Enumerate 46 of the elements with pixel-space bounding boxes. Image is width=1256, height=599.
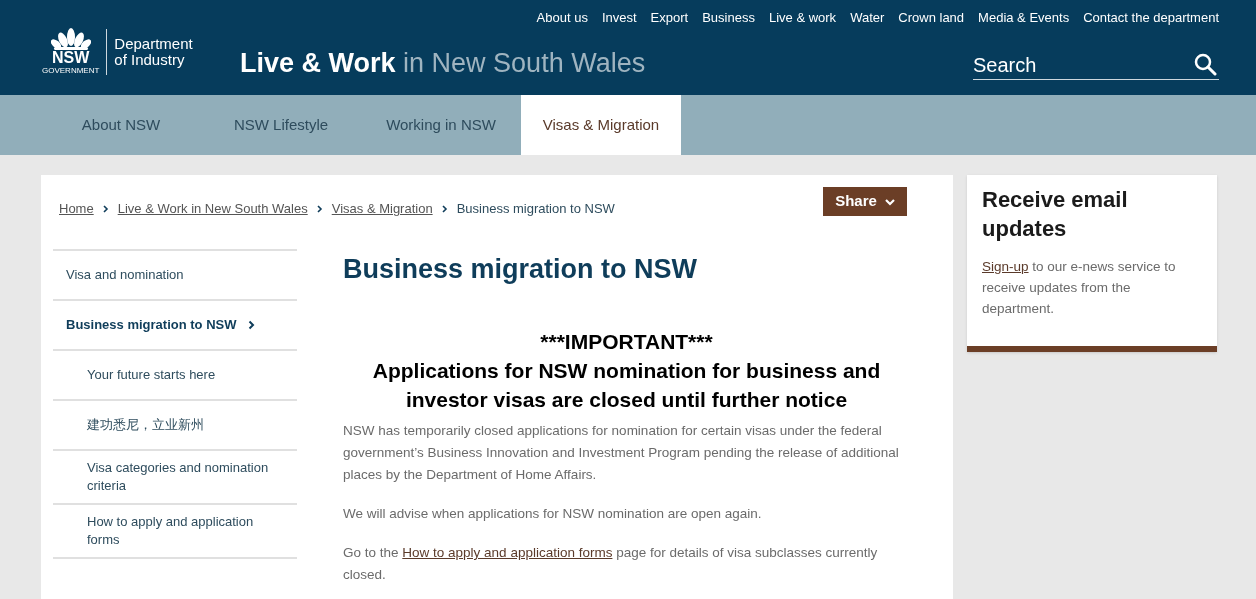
chevron-icon <box>102 204 109 213</box>
card-title: Receive email updates <box>982 186 1129 243</box>
side-nav-item[interactable]: Visa and nomination <box>53 251 297 301</box>
nav-link[interactable]: Business <box>702 8 755 28</box>
chevron-icon <box>441 204 448 213</box>
paragraph: We will advise when applications for NSW nomination are open again. <box>343 505 763 523</box>
chevron-icon <box>316 204 323 213</box>
nav-link[interactable]: Media & Events <box>978 8 1070 28</box>
nav-tab[interactable]: About NSW <box>41 95 201 155</box>
breadcrumb-link[interactable]: Home <box>59 199 94 219</box>
paragraph: NSW has temporarily closed applications for nomination for certain visas under the federal government’s Business Innovation and Investment Program pending the release of additional places by the Department of Home Affairs. <box>343 422 900 484</box>
nav-link[interactable]: Water <box>850 8 885 28</box>
side-nav-item[interactable]: 建功悉尼，立业新州 <box>53 401 297 451</box>
nav-tab[interactable]: Working in NSW <box>361 95 521 155</box>
search-icon[interactable] <box>1193 52 1217 76</box>
nav-link[interactable]: Live & work <box>768 8 837 28</box>
share-button[interactable]: Share <box>823 187 907 216</box>
breadcrumb-link[interactable]: Live & Work in New South Wales <box>117 199 308 219</box>
nav-link[interactable]: Contact the department <box>1083 8 1219 28</box>
notice-heading: Applications for NSW nomination for business and investor visas are closed until further notice <box>371 358 882 413</box>
paragraph: Go to the How to apply and application forms page for details of visa subclasses currently closed. <box>343 544 879 584</box>
logo-text: NSW <box>52 50 90 66</box>
card-text: Sign-up to our e-news service to receive updates from the department. <box>982 258 1177 318</box>
side-nav-item[interactable]: Your future starts here <box>53 351 297 401</box>
breadcrumb-link[interactable]: Visas & Migration <box>331 199 433 219</box>
text-link[interactable]: How to apply and application forms <box>402 545 613 560</box>
nav-tab[interactable]: Visas & Migration <box>521 95 681 155</box>
nav-link[interactable]: Crown land <box>898 8 965 28</box>
nav-link[interactable]: About us <box>536 8 588 28</box>
notice-heading: ***IMPORTANT*** <box>539 329 714 355</box>
department-name: Department of Industry <box>114 35 194 68</box>
chevron-down-icon <box>884 197 895 206</box>
nav-link[interactable]: Invest <box>601 8 637 28</box>
site-title: Live & Work in New South Wales <box>240 47 646 80</box>
nav-link[interactable]: Export <box>650 8 689 28</box>
page-title: Business migration to NSW <box>343 253 699 286</box>
side-nav-item[interactable]: Visa categories and nomination criteria <box>53 451 297 505</box>
text-link[interactable]: Sign-up <box>982 259 1029 274</box>
search-field[interactable]: Search <box>973 50 1219 80</box>
nav-tab[interactable]: NSW Lifestyle <box>201 95 361 155</box>
waratah-icon <box>50 28 91 50</box>
chevron-icon <box>248 320 256 330</box>
breadcrumb-current: Business migration to NSW <box>456 200 615 218</box>
logo-subtext: GOVERNMENT <box>42 66 100 75</box>
side-nav-item[interactable]: How to apply and application forms <box>53 505 297 559</box>
side-nav-item[interactable]: Business migration to NSW <box>53 301 297 351</box>
